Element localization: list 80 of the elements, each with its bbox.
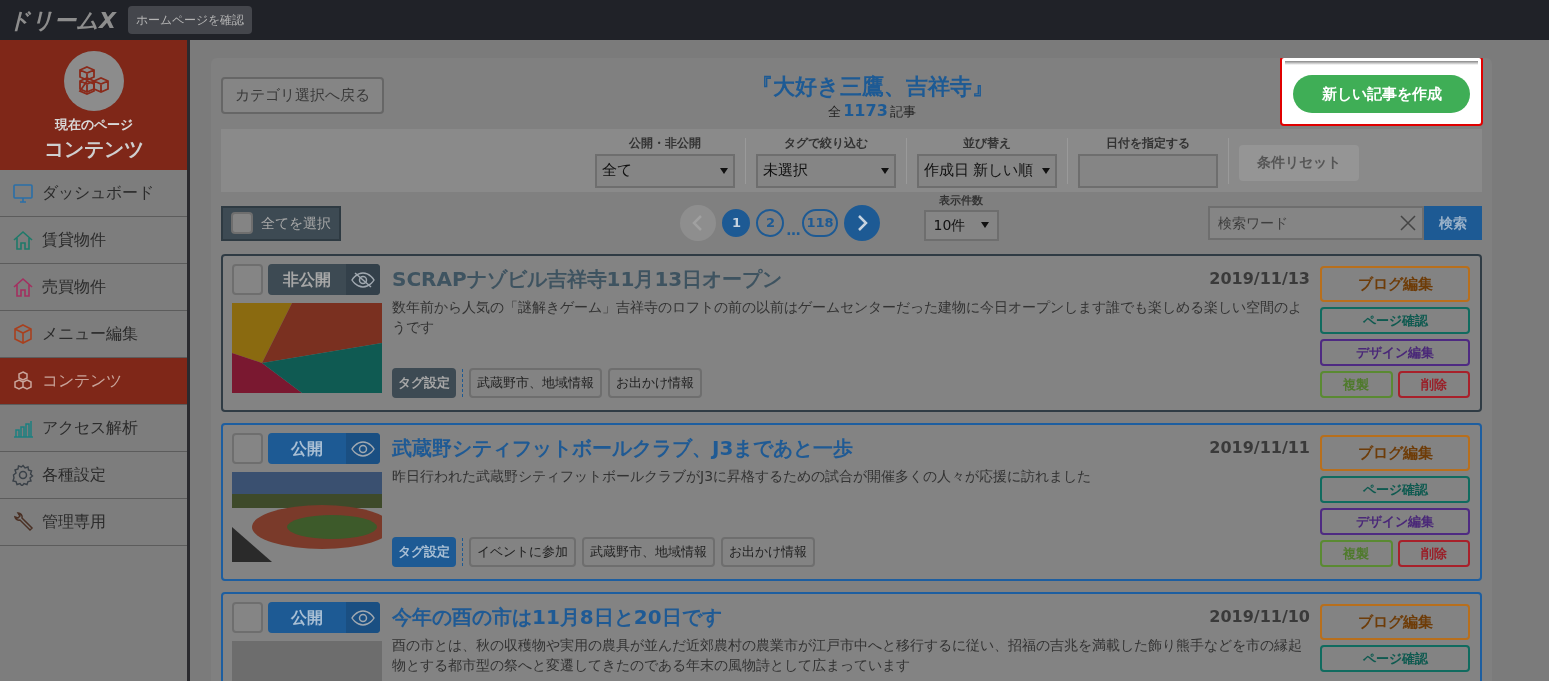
status-badge[interactable]: 非公開 <box>268 264 380 295</box>
action-button[interactable]: ブログ編集 <box>1320 266 1470 302</box>
caret-icon <box>1041 167 1050 174</box>
tag-chip: お出かけ情報 <box>608 368 702 398</box>
caret-icon <box>980 222 989 229</box>
current-page-title: コンテンツ <box>43 138 144 159</box>
article-title[interactable]: 今年の酉の市は11月8日と20日です <box>392 602 722 632</box>
eye-icon <box>351 609 375 626</box>
sidebar-item[interactable]: ダッシュボード <box>0 170 187 217</box>
action-button[interactable]: 削除 <box>1397 540 1470 567</box>
tag-chip: イベントに参加 <box>469 537 576 567</box>
house-icon <box>12 276 34 298</box>
ellipsis: … <box>786 221 801 240</box>
tag-chip: 武蔵野市、地域情報 <box>582 537 715 567</box>
article-date: 2019/11/10 <box>1209 606 1310 628</box>
article-description: 酉の市とは、秋の収穫物や実用の農具が並んだ近郊農村の農業市が江戸市中へと移行するに従い、招福の吉兆を満載した飾り熊手などを市の縁起物とする都市型の祭へと変遷してきたのである年末の風物詩として広まっています <box>392 636 1303 675</box>
page-button[interactable]: 2 <box>756 209 785 237</box>
action-button[interactable]: デザイン編集 <box>1320 508 1470 535</box>
next-button[interactable] <box>843 205 880 241</box>
filter-select[interactable]: 未選択 <box>755 153 896 188</box>
select-all-button[interactable]: 全てを選択 <box>221 205 341 241</box>
per-page-label: 表示件数 <box>939 193 984 210</box>
checkbox[interactable] <box>231 212 253 234</box>
clear-icon[interactable] <box>1400 215 1416 231</box>
article-date: 2019/11/13 <box>1209 268 1310 290</box>
back-button[interactable]: カテゴリ選択へ戻る <box>221 77 384 114</box>
cube-icon <box>12 323 34 345</box>
eye-icon <box>351 440 375 457</box>
article-description: 昨日行われた武蔵野シティフットボールクラブがJ3に昇格するための試合が開催多くの人々が応援に訪れました <box>392 467 1093 486</box>
filter-label: 公開・非公開 <box>628 134 701 152</box>
action-button[interactable]: 削除 <box>1397 371 1470 398</box>
tag-settings-button[interactable]: タグ設定 <box>392 537 456 567</box>
sidebar-item[interactable]: アクセス解析 <box>0 405 187 452</box>
sidebar-item[interactable]: 管理専用 <box>0 499 187 546</box>
action-button[interactable]: ブログ編集 <box>1320 435 1470 471</box>
previous-button[interactable] <box>680 205 717 241</box>
logo: ドリームX <box>8 6 116 35</box>
gear-icon <box>12 464 34 486</box>
tag-settings-button[interactable]: タグ設定 <box>392 368 456 398</box>
article-title[interactable]: SCRAPナゾビル吉祥寺11月13日オープン <box>392 264 783 294</box>
current-page-caption: 現在のページ <box>54 116 133 135</box>
article-date: 2019/11/11 <box>1209 437 1310 459</box>
article-title[interactable]: 武蔵野シティフットボールクラブ、J3まであと一歩 <box>392 433 854 463</box>
category-title: 『大好き三鷹、吉祥寺』 <box>750 73 994 101</box>
per-page-select[interactable]: 10件 <box>923 209 999 241</box>
monitor-icon <box>12 182 34 204</box>
search-button[interactable]: 検索 <box>1424 206 1482 240</box>
filter-label: 並び替え <box>962 134 1011 152</box>
article-description: 数年前から人気の「謎解きゲーム」吉祥寺のロフトの前の以前はゲームセンターだった建物に今日オープンします誰でも楽しめる楽しい空間のようです <box>392 298 1303 337</box>
action-button[interactable]: ブログ編集 <box>1320 604 1470 640</box>
wrench-icon <box>12 511 34 533</box>
home-button[interactable]: ホームページを確認 <box>127 6 252 34</box>
action-button[interactable]: ページ確認 <box>1320 645 1470 672</box>
sidebar-item[interactable]: 売買物件 <box>0 264 187 311</box>
tag-chip: お出かけ情報 <box>721 537 815 567</box>
tag-chip: 武蔵野市、地域情報 <box>469 368 602 398</box>
action-button[interactable]: ページ確認 <box>1320 307 1470 334</box>
filter-label: 日付を指定する <box>1105 134 1190 152</box>
caret-icon <box>719 167 728 174</box>
search-field[interactable]: 検索ワード <box>1208 206 1424 240</box>
sidebar-item[interactable]: 各種設定 <box>0 452 187 499</box>
sidebar-item[interactable]: 賃貸物件 <box>0 217 187 264</box>
action-button[interactable]: ページ確認 <box>1320 476 1470 503</box>
filter-select[interactable]: 作成日 新しい順 <box>916 153 1057 188</box>
cubes-icon <box>12 370 34 392</box>
sidebar-item[interactable]: コンテンツ <box>0 358 187 405</box>
date-field[interactable] <box>1077 153 1218 188</box>
reset-button[interactable]: 条件リセット <box>1238 144 1359 181</box>
filter-label: タグで絞り込む <box>783 134 868 152</box>
caret-icon <box>880 167 889 174</box>
eye-slash-icon <box>351 271 375 288</box>
filter-select[interactable]: 全て <box>594 153 735 188</box>
action-button[interactable]: デザイン編集 <box>1320 339 1470 366</box>
house-icon <box>12 229 34 251</box>
status-badge[interactable]: 公開 <box>268 433 380 464</box>
create-article-button[interactable]: 新しい記事を作成 <box>1293 75 1470 113</box>
page-button[interactable]: 118 <box>802 209 838 237</box>
article-count: 全 1173 記事 <box>828 100 916 121</box>
page-button[interactable]: 1 <box>722 209 751 237</box>
status-badge[interactable]: 公開 <box>268 602 380 633</box>
